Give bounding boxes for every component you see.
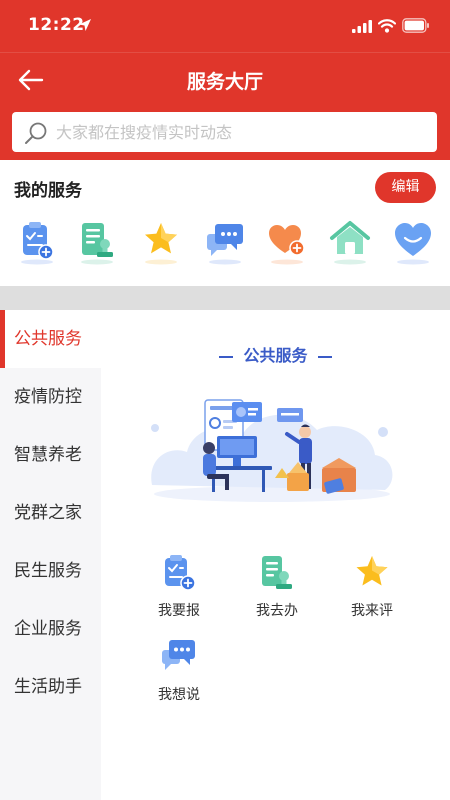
sidebar-item-party-home[interactable]: 党群之家 <box>0 484 101 542</box>
search-box[interactable] <box>12 112 437 152</box>
clipboard-plus-icon[interactable] <box>15 218 59 266</box>
office-illustration <box>151 399 393 502</box>
star-icon[interactable] <box>139 218 183 266</box>
page-title: 服务大厅 <box>186 71 263 93</box>
service-handle[interactable]: 我去办 <box>237 554 317 624</box>
service-label: 我来评 <box>351 603 393 619</box>
sidebar-item-livelihood-services[interactable]: 民生服务 <box>0 542 101 600</box>
content-panel: 公共服务 我要报 我去办 我来评 我想说 <box>101 310 450 800</box>
title-dash-left <box>219 355 234 358</box>
search-icon <box>25 122 47 144</box>
sidebar-item-public-services[interactable]: 公共服务 <box>0 310 101 368</box>
heart-plus-icon[interactable] <box>265 218 309 266</box>
section-title-text: 公共服务 <box>243 346 308 365</box>
sidebar-item-life-assistant[interactable]: 生活助手 <box>0 658 101 716</box>
service-report[interactable]: 我要报 <box>139 554 219 624</box>
my-services-icons <box>0 218 450 270</box>
stamp-document-icon[interactable] <box>75 218 119 266</box>
star-icon <box>356 556 388 586</box>
heart-icon[interactable] <box>391 218 435 266</box>
chat-bubble-icon <box>162 640 195 670</box>
service-label: 我去办 <box>256 603 298 619</box>
battery-icon <box>402 18 429 33</box>
service-evaluate[interactable]: 我来评 <box>332 554 412 624</box>
app-header: 12:22 服务大厅 <box>0 0 450 160</box>
clipboard-plus-icon <box>165 555 196 591</box>
my-services-title: 我的服务 <box>14 181 82 201</box>
service-suggest[interactable]: 我想说 <box>139 638 219 708</box>
house-icon[interactable] <box>328 218 372 266</box>
status-time: 12:22 <box>28 15 85 35</box>
service-label: 我想说 <box>158 687 200 703</box>
section-divider <box>0 286 450 310</box>
nav-bar: 服务大厅 <box>0 52 450 106</box>
category-sidebar: 公共服务 疫情防控 智慧养老 党群之家 民生服务 企业服务 生活助手 <box>0 310 101 800</box>
wifi-icon <box>378 19 396 33</box>
sidebar-item-enterprise-services[interactable]: 企业服务 <box>0 600 101 658</box>
sidebar-item-smart-elderly-care[interactable]: 智慧养老 <box>0 426 101 484</box>
cell-signal-icon <box>352 20 372 33</box>
edit-button[interactable]: 编辑 <box>375 172 436 203</box>
section-title: 公共服务 <box>101 342 450 366</box>
chat-bubble-icon[interactable] <box>203 218 247 266</box>
service-label: 我要报 <box>158 603 200 619</box>
search-input[interactable] <box>56 116 426 148</box>
sidebar-item-epidemic-control[interactable]: 疫情防控 <box>0 368 101 426</box>
stamp-document-icon <box>262 556 292 589</box>
my-services-section: 我的服务 编辑 <box>0 160 450 286</box>
location-arrow-icon <box>79 19 91 31</box>
title-dash-right <box>317 355 332 358</box>
status-bar: 12:22 <box>0 0 450 52</box>
